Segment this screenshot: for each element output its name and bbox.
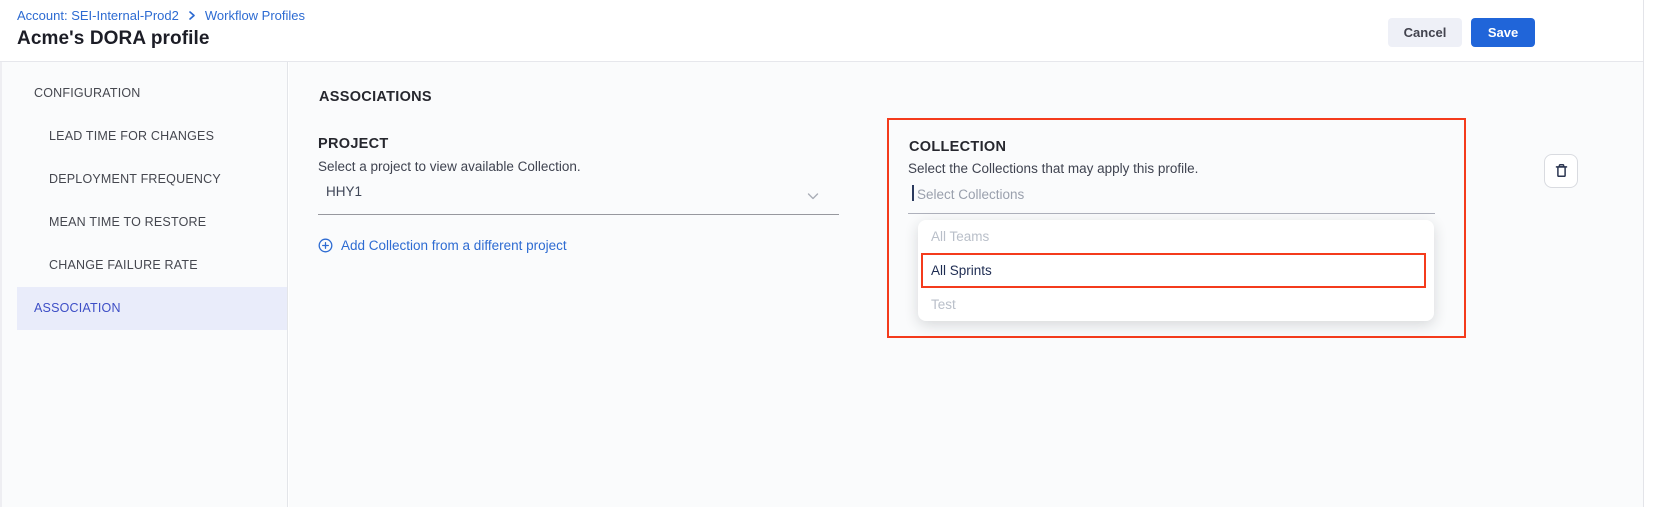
collection-section: COLLECTION Select the Collections that m…	[887, 118, 1466, 338]
option-all-sprints[interactable]: All Sprints	[918, 253, 1434, 288]
association-panel: ASSOCIATIONS PROJECT Select a project to…	[289, 62, 1643, 507]
breadcrumb: Account: SEI-Internal-Prod2 Workflow Pro…	[17, 8, 305, 23]
add-collection-link[interactable]: Add Collection from a different project	[318, 238, 567, 253]
option-test: Test	[918, 288, 1434, 321]
settings-sidebar: CONFIGURATION LEAD TIME FOR CHANGES DEPL…	[0, 62, 288, 507]
option-all-sprints-label: All Sprints	[931, 263, 992, 278]
project-select[interactable]: HHY1	[318, 180, 839, 215]
collection-select-field	[908, 181, 1435, 214]
cancel-button[interactable]: Cancel	[1388, 18, 1462, 47]
breadcrumb-workflow-profiles-link[interactable]: Workflow Profiles	[205, 8, 305, 23]
collection-description: Select the Collections that may apply th…	[908, 161, 1198, 176]
sidebar-item-mean-time-to-restore[interactable]: MEAN TIME TO RESTORE	[2, 201, 287, 244]
page-header: Account: SEI-Internal-Prod2 Workflow Pro…	[0, 0, 1643, 62]
save-button[interactable]: Save	[1471, 18, 1535, 47]
sidebar-item-lead-time-for-changes[interactable]: LEAD TIME FOR CHANGES	[2, 115, 287, 158]
collection-options-dropdown: All Teams All Sprints Test	[918, 220, 1434, 321]
page-title: Acme's DORA profile	[17, 28, 210, 50]
sidebar-item-configuration[interactable]: CONFIGURATION	[2, 72, 287, 115]
right-gutter	[1643, 0, 1678, 507]
breadcrumb-account-link[interactable]: Account: SEI-Internal-Prod2	[17, 8, 179, 23]
sidebar-item-association[interactable]: ASSOCIATION	[17, 287, 287, 330]
text-cursor	[912, 185, 914, 201]
project-select-value: HHY1	[326, 184, 362, 199]
sidebar-item-deployment-frequency[interactable]: DEPLOYMENT FREQUENCY	[2, 158, 287, 201]
chevron-right-icon	[187, 10, 197, 21]
project-heading: PROJECT	[318, 136, 389, 152]
associations-heading: ASSOCIATIONS	[319, 89, 432, 105]
collection-search-input[interactable]	[917, 181, 1417, 207]
sidebar-item-change-failure-rate[interactable]: CHANGE FAILURE RATE	[2, 244, 287, 287]
trash-icon	[1553, 162, 1570, 180]
annotation-red-frame	[921, 253, 1426, 288]
option-all-teams: All Teams	[918, 220, 1434, 253]
workflow-profile-page: Account: SEI-Internal-Prod2 Workflow Pro…	[0, 0, 1678, 507]
circle-plus-icon	[318, 238, 333, 253]
collection-heading: COLLECTION	[909, 139, 1006, 155]
add-collection-link-label: Add Collection from a different project	[341, 238, 567, 253]
delete-association-button[interactable]	[1544, 154, 1578, 188]
chevron-down-icon	[805, 188, 821, 209]
project-description: Select a project to view available Colle…	[318, 159, 581, 174]
